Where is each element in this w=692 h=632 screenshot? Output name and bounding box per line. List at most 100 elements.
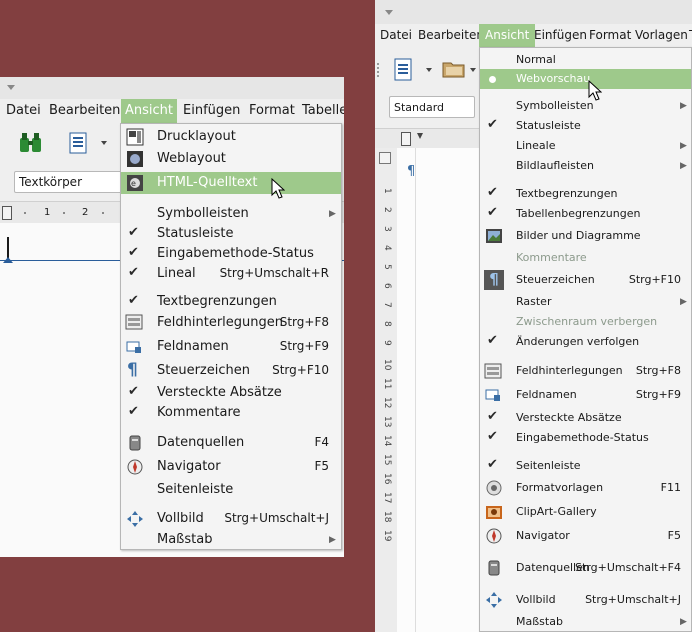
- menu-bearbeiten[interactable]: Bearbeiten: [49, 103, 120, 118]
- submenu-arrow-icon: ▶: [680, 297, 687, 307]
- paragraph-style-combo[interactable]: Textkörper: [14, 171, 122, 193]
- checkmark-icon: ✔: [128, 245, 139, 260]
- chevron-down-icon[interactable]: [470, 68, 476, 72]
- menu-item-symbolleisten[interactable]: Symbolleisten ▶: [480, 96, 691, 116]
- menu-item-drucklayout[interactable]: Drucklayout: [121, 126, 341, 148]
- indent-marker-icon[interactable]: [417, 133, 423, 139]
- menu-item-navigator[interactable]: Navigator F5: [121, 456, 341, 478]
- menu-item-raster[interactable]: Raster ▶: [480, 292, 691, 312]
- menu-item-eingabemethode-status[interactable]: ✔ Eingabemethode-Status: [121, 244, 341, 264]
- menu-ansicht[interactable]: Ansicht: [121, 99, 178, 123]
- menu-item-seitenleiste[interactable]: ✔ Seitenleiste: [480, 456, 691, 476]
- menu-ansicht[interactable]: Ansicht: [479, 24, 536, 48]
- menu-item-zwischenraum-verbergen[interactable]: Zwischenraum verbergen: [480, 312, 691, 332]
- menu-item-normal[interactable]: Normal: [480, 50, 691, 70]
- menu-item-label: Feldnamen: [157, 339, 229, 354]
- tab-stop-icon[interactable]: [2, 206, 12, 220]
- checkmark-icon: ✔: [128, 265, 139, 280]
- menu-item-label: Statusleiste: [516, 119, 581, 132]
- menu-datei[interactable]: Datei: [380, 28, 412, 42]
- submenu-arrow-icon: ▶: [680, 617, 687, 627]
- menu-item-vollbild[interactable]: Vollbild Strg+Umschalt+J: [480, 589, 691, 611]
- menu-item-bilder-und-diagramme[interactable]: Bilder und Diagramme: [480, 225, 691, 247]
- menu-item-weblayout[interactable]: Weblayout: [121, 148, 341, 170]
- menu-item-feldhinterlegungen[interactable]: Feldhinterlegungen Strg+F8: [121, 312, 341, 334]
- menu-item-label: Steuerzeichen: [516, 273, 595, 286]
- menu-format[interactable]: Format: [589, 28, 631, 42]
- menu-item-shortcut: F11: [660, 481, 681, 494]
- menu-item-lineal[interactable]: ✔ Lineal Strg+Umschalt+R: [121, 264, 341, 284]
- menu-item-textbegrenzungen[interactable]: ✔ Textbegrenzungen: [480, 184, 691, 204]
- menu-item-statusleiste[interactable]: ✔ Statusleiste: [121, 224, 341, 244]
- field-names-icon: [126, 341, 141, 353]
- menu-einfuegen[interactable]: Einfügen: [534, 28, 587, 42]
- find-binoculars-icon[interactable]: [19, 132, 43, 154]
- right-ansicht-menu: Normal Webvorschau Symbolleisten ▶ ✔ Sta…: [479, 47, 692, 632]
- menu-item-html-quelltext[interactable]: e HTML-Quelltext: [121, 172, 341, 194]
- radio-dot-icon: [489, 76, 496, 83]
- menu-einfuegen[interactable]: Einfügen: [183, 103, 240, 118]
- menu-item-label: Vollbild: [157, 511, 204, 526]
- menu-item-tabellenbegrenzungen[interactable]: ✔ Tabellenbegrenzungen: [480, 204, 691, 224]
- menu-item-versteckte-absaetze[interactable]: ✔ Versteckte Absätze: [480, 408, 691, 428]
- ruler-tick: 8: [382, 321, 392, 327]
- submenu-arrow-icon: ▶: [680, 141, 687, 151]
- checkmark-icon: ✔: [487, 457, 498, 472]
- menu-item-feldhinterlegungen[interactable]: Feldhinterlegungen Strg+F8: [480, 360, 691, 382]
- menu-tabelle[interactable]: Tabelle: [302, 103, 344, 118]
- menu-bearbeiten[interactable]: Bearbeiten: [418, 28, 484, 42]
- menu-item-steuerzeichen[interactable]: ¶ Steuerzeichen Strg+F10: [121, 360, 341, 382]
- menu-item-shortcut: F5: [667, 529, 681, 542]
- menu-item-aenderungen-verfolgen[interactable]: ✔ Änderungen verfolgen: [480, 332, 691, 352]
- menu-item-label: Datenquellen: [157, 435, 245, 450]
- new-document-icon[interactable]: [393, 58, 415, 82]
- menu-item-kommentare[interactable]: Kommentare: [480, 248, 691, 268]
- menu-item-kommentare[interactable]: ✔ Kommentare: [121, 403, 341, 423]
- menu-format[interactable]: Format: [249, 103, 295, 118]
- menu-item-lineale[interactable]: Lineale ▶: [480, 136, 691, 156]
- submenu-arrow-icon: ▶: [680, 101, 687, 111]
- menu-item-vollbild[interactable]: Vollbild Strg+Umschalt+J: [121, 508, 341, 530]
- web-layout-icon: [127, 151, 143, 167]
- menu-item-seitenleiste[interactable]: Seitenleiste: [121, 480, 341, 500]
- menu-vorlagen[interactable]: Vorlagen: [635, 28, 688, 42]
- menu-item-label: Versteckte Absätze: [516, 411, 622, 424]
- menu-item-label: Textbegrenzungen: [157, 294, 277, 309]
- window-menu-icon[interactable]: [7, 85, 15, 90]
- menu-item-feldnamen[interactable]: Feldnamen Strg+F9: [121, 336, 341, 358]
- menu-item-bildlaufleisten[interactable]: Bildlaufleisten ▶: [480, 156, 691, 176]
- paragraph-style-combo[interactable]: Standard: [389, 96, 475, 118]
- left-title-bar: [0, 77, 344, 99]
- menu-item-label: Navigator: [157, 459, 221, 474]
- menu-item-navigator[interactable]: Navigator F5: [480, 525, 691, 547]
- menu-item-statusleiste[interactable]: ✔ Statusleiste: [480, 116, 691, 136]
- ruler-tick: 4: [382, 245, 392, 251]
- window-menu-icon[interactable]: [385, 10, 393, 15]
- menu-item-datenquellen[interactable]: Datenquellen Strg+Umschalt+F4: [480, 557, 691, 579]
- chevron-down-icon[interactable]: [426, 68, 432, 72]
- chevron-down-icon[interactable]: [101, 141, 107, 145]
- menu-item-formatvorlagen[interactable]: Formatvorlagen F11: [480, 477, 691, 499]
- menu-item-label: Navigator: [516, 529, 570, 542]
- menu-item-massstab[interactable]: Maßstab ▶: [480, 612, 691, 632]
- document-styles-icon[interactable]: [68, 132, 90, 154]
- menu-item-massstab[interactable]: Maßstab ▶: [121, 530, 341, 550]
- menu-item-clipart-gallery[interactable]: ClipArt-Gallery: [480, 501, 691, 523]
- menu-item-eingabemethode-status[interactable]: ✔ Eingabemethode-Status: [480, 428, 691, 448]
- menu-item-steuerzeichen[interactable]: ¶ Steuerzeichen Strg+F10: [480, 268, 691, 292]
- menu-item-label: Symbolleisten: [157, 206, 249, 221]
- menu-item-textbegrenzungen[interactable]: ✔ Textbegrenzungen: [121, 292, 341, 312]
- data-sources-icon: [129, 435, 141, 451]
- menu-item-label: Statusleiste: [157, 226, 234, 241]
- menu-datei[interactable]: Datei: [6, 103, 41, 118]
- tab-stop-icon[interactable]: [401, 132, 411, 146]
- open-folder-icon[interactable]: [442, 59, 466, 79]
- menu-item-datenquellen[interactable]: Datenquellen F4: [121, 432, 341, 454]
- menu-item-webvorschau[interactable]: Webvorschau: [480, 69, 691, 89]
- menu-item-versteckte-absaetze[interactable]: ✔ Versteckte Absätze: [121, 383, 341, 403]
- checkmark-icon: ✔: [487, 429, 498, 444]
- left-ansicht-menu: Drucklayout Weblayout e HTML-Quelltext S…: [120, 123, 342, 550]
- menu-item-feldnamen[interactable]: Feldnamen Strg+F9: [480, 384, 691, 406]
- toolbar-grip[interactable]: [377, 63, 379, 77]
- menu-item-symbolleisten[interactable]: Symbolleisten ▶: [121, 204, 341, 224]
